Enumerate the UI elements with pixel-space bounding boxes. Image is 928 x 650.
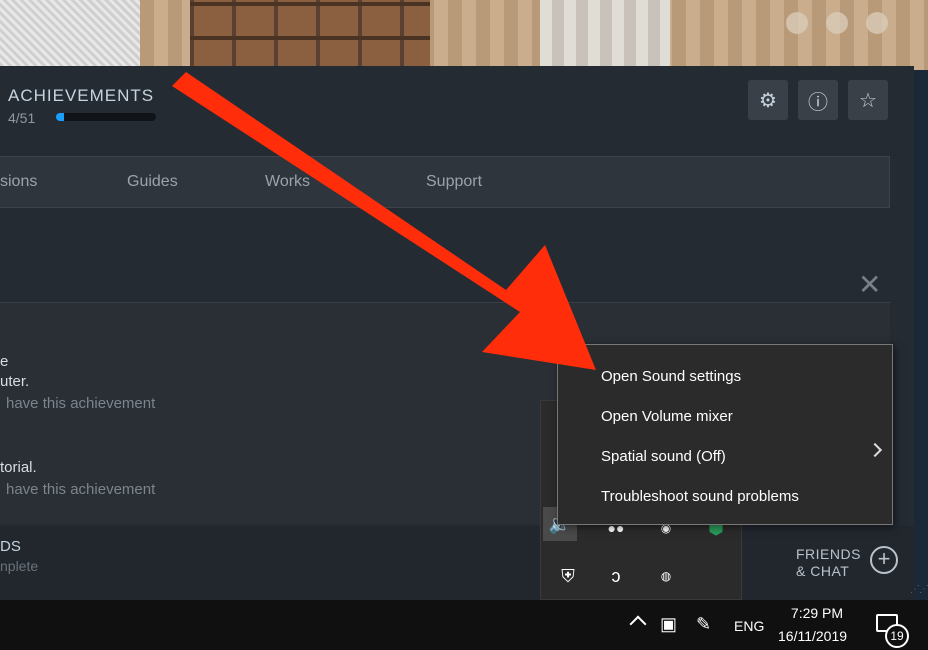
notification-badge: 19 bbox=[885, 624, 909, 648]
language-indicator[interactable]: ENG bbox=[734, 618, 764, 634]
red-arrow-annotation bbox=[172, 72, 596, 370]
clock-time[interactable]: 7:29 PM bbox=[790, 605, 844, 621]
network-icon[interactable]: ▣ bbox=[660, 614, 677, 635]
clock-date[interactable]: 16/11/2019 bbox=[778, 628, 847, 644]
arrow-shape bbox=[172, 72, 596, 370]
resize-grip-icon[interactable]: ⋰⋰ bbox=[910, 584, 928, 595]
pen-icon[interactable]: ✎ bbox=[696, 614, 711, 635]
